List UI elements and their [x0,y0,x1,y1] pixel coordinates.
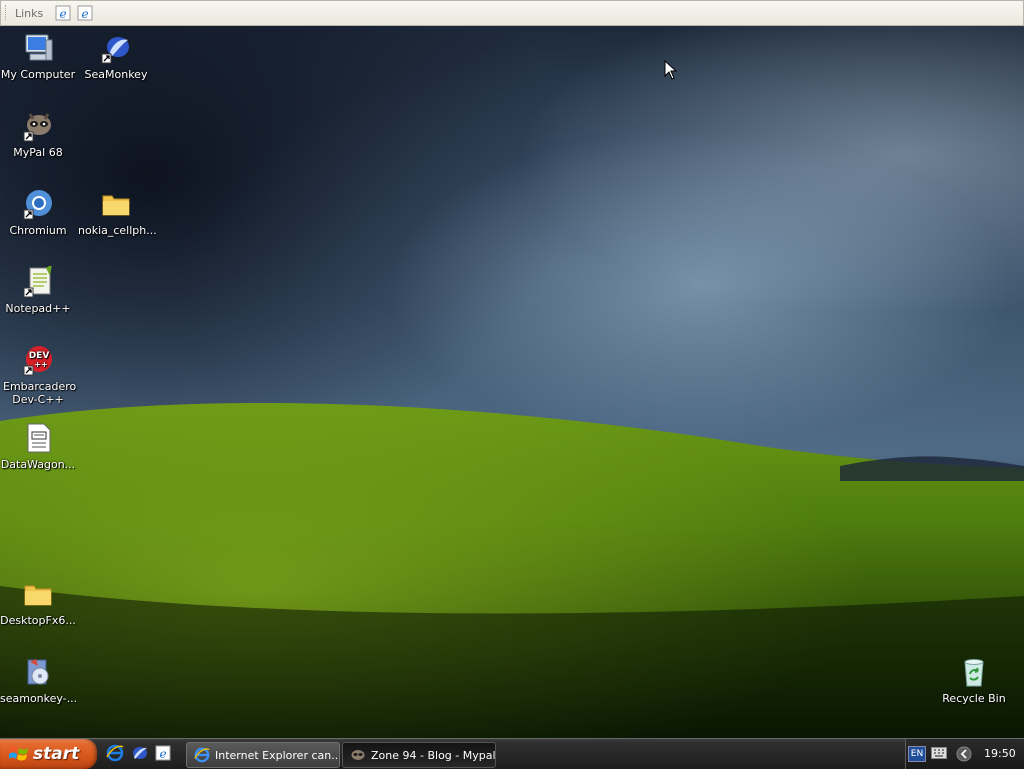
icon-label: nokia_cellph... [78,224,157,237]
desktop-icon-nokia-folder[interactable]: nokia_cellph... [78,188,157,237]
devcpp-icon: DEV ++ [23,346,52,376]
icon-label: DesktopFx6... [0,614,76,627]
clock[interactable]: 19:50 [984,747,1016,760]
icon-label: DataWagon... [0,458,76,471]
icon-label: SeaMonkey [84,68,148,81]
start-button[interactable]: start [0,739,97,769]
desktop-icon-notepadpp[interactable]: Notepad++ [0,266,76,315]
installer-icon [27,659,49,685]
mypal-raccoon-icon [23,113,51,142]
taskbar-button-mypal[interactable]: Zone 94 - Blog - Mypal [342,742,496,768]
icon-label: Chromium [9,224,67,237]
language-indicator[interactable]: EN [908,746,926,762]
icon-label: Notepad++ [5,302,71,315]
icon-label: Recycle Bin [942,692,1006,705]
ie-page-icon[interactable]: e [154,744,172,762]
folder-icon [102,195,130,216]
recycle-bin-icon [964,659,984,687]
ie-icon[interactable] [106,744,124,762]
icon-label: seamonkey-... [0,692,78,705]
show-hidden-icons-arrow-icon[interactable] [956,746,972,762]
desktop-icon-recycle-bin[interactable]: Recycle Bin [936,656,1012,705]
desktop-icon-datawagon[interactable]: DataWagon... [0,422,76,471]
notepadpp-icon [23,266,52,298]
task-label: Zone 94 - Blog - Mypal [371,748,496,762]
chromium-icon [23,190,52,220]
desktop-icon-seamonkey-installer[interactable]: seamonkey-... [0,656,78,705]
taskbar-button-internet-explorer[interactable]: Internet Explorer can... [186,742,340,768]
mouse-cursor-icon [664,60,678,80]
ie-link-icon[interactable]: e [77,5,93,21]
icon-label: Embarcadero Dev-C++ [3,380,77,406]
document-icon [27,423,51,453]
keyboard-icon[interactable] [931,747,947,759]
svg-text:e: e [159,747,166,761]
ie-icon [194,747,210,763]
seamonkey-icon[interactable] [130,744,148,762]
system-tray: EN 19:50 [905,739,1024,769]
wallpaper-hill [0,402,1024,738]
seamonkey-icon [101,37,129,64]
mypal-raccoon-icon [351,750,365,760]
toolbar-grip[interactable] [5,5,9,21]
links-toolbar: Links e e [0,0,1024,26]
desktop[interactable]: My Computer SeaMonkey MyPal 68 Chromium … [0,26,1024,738]
desktop-icon-mypal[interactable]: MyPal 68 [0,110,76,159]
quick-launch: e [106,744,172,762]
desktop-icon-seamonkey[interactable]: SeaMonkey [78,32,154,81]
taskbar: start e Internet Explorer can... Zone 94… [0,738,1024,769]
desktop-icon-my-computer[interactable]: My Computer [0,32,76,81]
computer-icon [25,34,53,61]
desktop-icon-devcpp[interactable]: DEV ++ Embarcadero Dev-C++ [0,344,76,406]
windows-flag-icon [9,746,28,761]
desktop-icon-chromium[interactable]: Chromium [0,188,76,237]
desktop-icon-desktopfx-folder[interactable]: DesktopFx6... [0,578,76,627]
task-label: Internet Explorer can... [215,748,340,762]
start-label: start [33,744,80,764]
icon-label: MyPal 68 [13,146,63,159]
svg-text:e: e [60,7,67,21]
links-label: Links [15,6,44,20]
icon-label: My Computer [0,68,76,81]
svg-text:++: ++ [34,360,47,369]
folder-icon [24,585,52,606]
svg-text:e: e [82,7,89,21]
ie-link-icon[interactable]: e [55,5,71,21]
